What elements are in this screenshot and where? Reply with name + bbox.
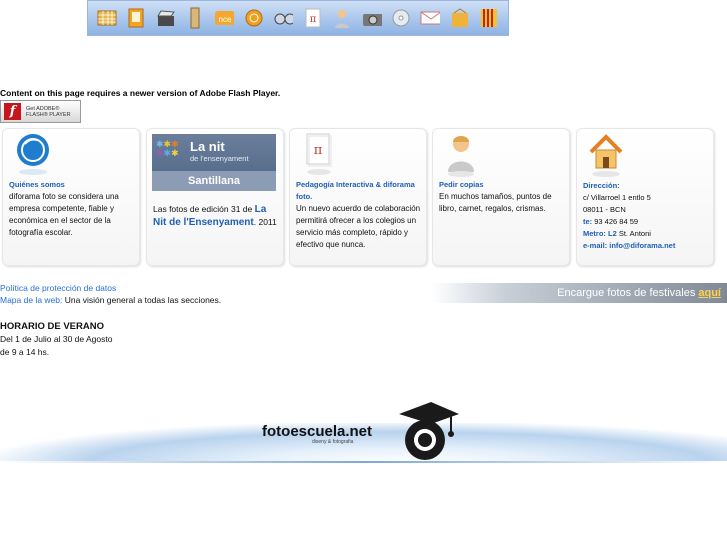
- telefono-value: 93 426 84 59: [592, 217, 639, 226]
- catalan-flag-icon[interactable]: [479, 6, 499, 30]
- image-subtitle: de l'ensenyament: [190, 154, 249, 163]
- pedagogia-text: Un nuevo acuerdo de colaboración permiti…: [296, 204, 421, 249]
- mail-icon[interactable]: [420, 6, 441, 30]
- svg-text:π: π: [309, 14, 316, 25]
- camera-icon[interactable]: [362, 6, 382, 30]
- box-nit-ensenyament: ✱✱✱ ✱✱✱ La nit de l'ensenyament Santillan…: [146, 128, 284, 266]
- svg-text:nce: nce: [219, 15, 232, 24]
- email-link[interactable]: e-mail: info@diforama.net: [583, 240, 709, 252]
- box-quienes-somos: Quiénes somos diforama foto se considera…: [2, 128, 140, 266]
- book-icon[interactable]: [126, 6, 146, 30]
- festivales-aqui-link[interactable]: aquí: [698, 287, 721, 299]
- festivales-text: Encargue fotos de festivales: [557, 287, 699, 299]
- svg-text:π: π: [314, 143, 323, 158]
- person-icon[interactable]: [445, 132, 477, 180]
- cd-icon[interactable]: [391, 6, 411, 30]
- footer-logo-banner: fotoescuela.net diseny & fotografia: [0, 395, 727, 465]
- horario-title: HORARIO DE VERANO: [0, 321, 104, 332]
- pedir-copias-text: En muchos tamaños, puntos de libro, carn…: [439, 192, 552, 213]
- horario-line2: de 9 a 14 hs.: [0, 347, 50, 357]
- info-circle-icon[interactable]: [15, 132, 51, 178]
- footer-links: Política de protección de datos Mapa de …: [0, 282, 221, 306]
- coin-icon[interactable]: [244, 6, 264, 30]
- folder-icon[interactable]: [450, 6, 470, 30]
- sitemap-link[interactable]: Mapa de la web:: [0, 295, 62, 305]
- flash-logo-icon: f: [4, 103, 21, 120]
- direccion-city: 08011 - BCN: [583, 205, 626, 214]
- telefono-label: te:: [583, 217, 593, 226]
- tall-book-icon[interactable]: [185, 6, 205, 30]
- fotoescuela-tagline: diseny & fotografia: [312, 439, 354, 445]
- nce-icon[interactable]: nce: [214, 6, 235, 30]
- direccion-title: Dirección:: [583, 181, 620, 190]
- festivales-banner[interactable]: Encargue fotos de festivales aquí: [432, 283, 727, 303]
- direccion-street: c/ Villarroel 1 entlo 5: [583, 193, 651, 202]
- nit-text-before: Las fotos de edición 31 de: [153, 204, 255, 214]
- horario-section: HORARIO DE VERANO Del 1 de Julio al 30 d…: [0, 320, 112, 359]
- image-brand: Santillana: [152, 171, 276, 191]
- stars-logo-icon: ✱✱✱ ✱✱✱: [156, 139, 179, 158]
- flash-required-message: Content on this page requires a newer ve…: [0, 88, 281, 98]
- nit-text-after: . 2011: [253, 217, 277, 227]
- quienes-somos-text: diforama foto se considera una empresa c…: [9, 192, 119, 237]
- box-pedir-copias: Pedir copias En muchos tamaños, puntos d…: [432, 128, 570, 266]
- sitemap-description: Una visión general a todas las secciones…: [62, 295, 222, 305]
- clapper-icon[interactable]: [156, 6, 176, 30]
- flash-button-line2: FLASH® PLAYER: [26, 111, 71, 118]
- spectacles-icon[interactable]: [273, 6, 294, 30]
- graduation-cap-camera-icon: [395, 400, 461, 464]
- horario-line1: Del 1 de Julio al 30 de Agosto: [0, 334, 113, 344]
- pedir-copias-title[interactable]: Pedir copias: [439, 179, 565, 191]
- get-flash-player-button[interactable]: f Get ADOBE® FLASH® PLAYER: [0, 100, 81, 123]
- box-pedagogia: π Pedagogía Interactiva & diforama foto.…: [289, 128, 427, 266]
- pi-document-icon[interactable]: π: [304, 132, 334, 178]
- grid-icon[interactable]: [97, 6, 117, 30]
- metro-label: Metro: L2: [583, 229, 617, 238]
- person-icon[interactable]: [332, 6, 352, 30]
- top-icon-toolbar: nce π: [87, 0, 509, 36]
- fotoescuela-brand[interactable]: fotoescuela.net: [262, 423, 372, 440]
- pedagogia-title[interactable]: Pedagogía Interactiva & diforama foto.: [296, 179, 422, 203]
- nit-ensenyament-image[interactable]: ✱✱✱ ✱✱✱ La nit de l'ensenyament Santillan…: [152, 134, 276, 191]
- house-icon[interactable]: [587, 132, 625, 180]
- image-title: La nit: [190, 139, 225, 154]
- metro-value: St. Antoni: [616, 229, 651, 238]
- quienes-somos-title[interactable]: Quiénes somos: [9, 179, 135, 191]
- pi-icon[interactable]: π: [303, 6, 323, 30]
- box-direccion: Dirección: c/ Villarroel 1 entlo 5 08011…: [576, 128, 714, 266]
- privacy-policy-link[interactable]: Política de protección de datos: [0, 282, 221, 294]
